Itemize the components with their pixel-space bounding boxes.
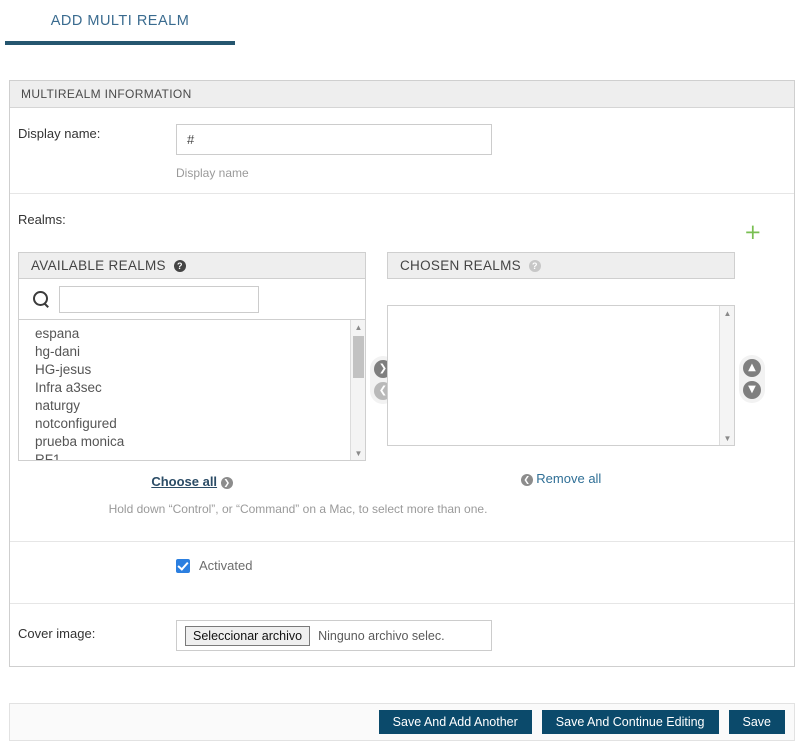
chosen-realms-list (388, 306, 734, 311)
choose-all-link[interactable]: Choose all (151, 474, 217, 489)
realms-selector: + AVAILABLE REALMS ? espana hg-dani HG-jes… (10, 222, 794, 530)
form-row-display-name: Display name: Display name (10, 108, 794, 194)
realms-label: Realms: (18, 212, 66, 227)
move-down-icon[interactable]: ▼ (743, 381, 761, 399)
module-header: MULTIREALM INFORMATION (10, 81, 794, 108)
list-item[interactable]: notconfigured (19, 415, 365, 433)
list-item[interactable]: prueba monica (19, 433, 365, 451)
tab-label: ADD MULTI REALM (50, 12, 190, 29)
choose-file-button[interactable]: Seleccionar archivo (185, 625, 311, 646)
choose-all-wrap: Choose all ❯ (18, 474, 366, 489)
help-icon[interactable]: ? (173, 259, 186, 272)
chosen-realms-title: CHOSEN REALMS (400, 258, 521, 273)
scroll-up-icon[interactable]: ▲ (351, 320, 365, 334)
available-realms-filter-bar (18, 279, 366, 320)
scroll-up-icon[interactable]: ▲ (720, 306, 735, 320)
available-realms-header: AVAILABLE REALMS ? (18, 252, 366, 279)
arrow-right-icon[interactable]: ❯ (220, 477, 233, 489)
chosen-realms-scrollbar[interactable]: ▲ ▼ (719, 306, 734, 445)
display-name-label: Display name: (18, 126, 101, 141)
chosen-realms-header: CHOSEN REALMS ? (387, 252, 735, 279)
scroll-down-icon[interactable]: ▼ (720, 431, 735, 445)
save-and-continue-editing-button[interactable]: Save And Continue Editing (541, 710, 719, 734)
realm-filter-input[interactable] (59, 285, 259, 313)
chosen-realms-listbox[interactable]: ▲ ▼ (387, 305, 735, 446)
available-realms-list: espana hg-dani HG-jesus Infra a3sec naturgy n… (19, 320, 365, 460)
list-item[interactable]: espana (19, 325, 365, 343)
module-title: MULTIREALM INFORMATION (21, 87, 192, 101)
form-footer: Save And Add Another Save And Continue E… (9, 703, 795, 741)
reorder-buttons: ▲ ▼ (739, 355, 765, 403)
move-up-icon[interactable]: ▲ (743, 359, 761, 377)
multirealm-information-module: MULTIREALM INFORMATION Display name: Dis… (9, 80, 795, 667)
activated-checkbox-wrap[interactable]: Activated (176, 558, 794, 573)
scroll-down-icon[interactable]: ▼ (351, 446, 365, 460)
form-row-activated: Activated (10, 542, 794, 604)
activated-checkbox[interactable] (176, 558, 190, 573)
list-item[interactable]: HG-jesus (19, 361, 365, 379)
list-item[interactable]: Infra a3sec (19, 379, 365, 397)
cover-image-file-input[interactable]: Seleccionar archivo Ninguno archivo sele… (176, 620, 492, 651)
list-item[interactable]: naturgy (19, 397, 365, 415)
display-name-input[interactable] (176, 124, 492, 155)
save-button[interactable]: Save (728, 710, 785, 734)
available-realms-panel: AVAILABLE REALMS ? espana hg-dani HG-jesus… (18, 252, 366, 461)
help-icon[interactable]: ? (528, 259, 541, 272)
form-row-realms: Realms: + AVAILABLE REALMS ? espana hg-d… (10, 194, 794, 542)
activated-label: Activated (199, 558, 253, 573)
selected-file-name: Ninguno archivo selec. (318, 628, 445, 643)
cover-image-label: Cover image: (18, 626, 96, 641)
tab-add-multi-realm[interactable]: ADD MULTI REALM (5, 0, 235, 45)
realms-hint: Hold down “Control”, or “Command” on a M… (108, 502, 488, 516)
arrow-left-icon[interactable]: ❮ (520, 474, 533, 486)
page-root: ADD MULTI REALM MULTIREALM INFORMATION D… (0, 0, 804, 747)
form-row-cover-image: Cover image: Seleccionar archivo Ninguno… (10, 604, 794, 666)
save-and-add-another-button[interactable]: Save And Add Another (378, 710, 532, 734)
available-realms-title: AVAILABLE REALMS (31, 258, 166, 273)
list-item[interactable]: RF1 (19, 451, 365, 460)
available-realms-listbox[interactable]: espana hg-dani HG-jesus Infra a3sec naturgy n… (18, 320, 366, 461)
scrollbar-thumb[interactable] (353, 336, 364, 378)
list-item[interactable]: hg-dani (19, 343, 365, 361)
add-realm-plus-icon[interactable]: + (744, 222, 762, 243)
display-name-help: Display name (176, 166, 249, 180)
remove-all-link[interactable]: Remove all (536, 471, 601, 486)
tab-bar: ADD MULTI REALM (0, 0, 804, 46)
available-realms-scrollbar[interactable]: ▲ ▼ (350, 320, 365, 460)
remove-all-wrap: ❮ Remove all (387, 471, 735, 486)
chosen-realms-panel: CHOSEN REALMS ? ▲ ▼ (387, 252, 735, 446)
search-icon (33, 290, 50, 308)
